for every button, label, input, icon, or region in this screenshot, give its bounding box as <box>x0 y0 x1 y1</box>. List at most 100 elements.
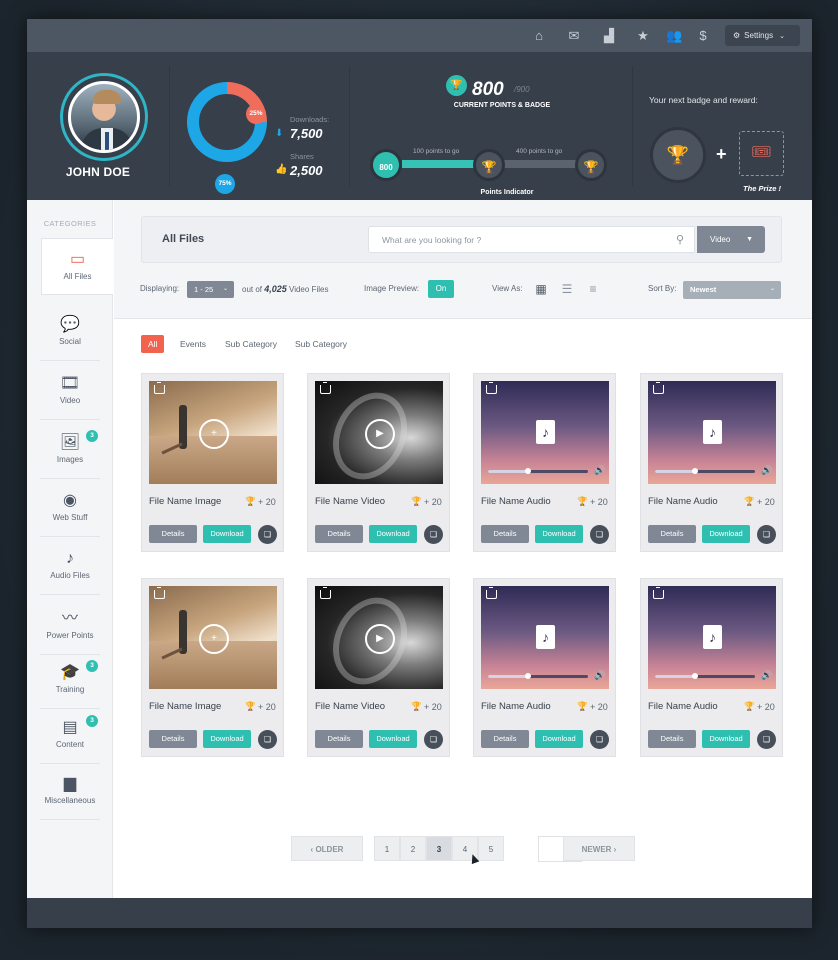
details-button[interactable]: Details <box>149 525 197 543</box>
file-type-value: Video <box>710 235 731 244</box>
caret-down-icon: ▼ <box>746 236 753 243</box>
details-button[interactable]: Details <box>315 525 363 543</box>
settings-button[interactable]: ⚙ Settings ⌄ <box>725 25 800 46</box>
comment-icon[interactable]: ❏ <box>757 730 776 749</box>
volume-icon[interactable]: 🔊 <box>761 670 772 681</box>
download-button[interactable]: Download <box>369 525 417 543</box>
details-button[interactable]: Details <box>481 525 529 543</box>
file-thumbnail[interactable]: ♪ 🔊 <box>648 586 776 689</box>
file-card-video[interactable]: ▶ File Name Video 🏆 + 20 Details Download ❏ <box>307 373 450 552</box>
volume-icon[interactable]: 🔊 <box>594 465 605 476</box>
file-card-audio[interactable]: ♪ 🔊 File Name Audio 🏆 + 20 Details Download ❏ <box>473 578 616 757</box>
page-3-button[interactable]: 3 <box>426 836 452 861</box>
file-points: + 20 <box>757 497 775 507</box>
sidebar-item-power-points[interactable]: 〰 Power Points <box>40 598 100 655</box>
audio-progress-bar[interactable] <box>655 673 755 679</box>
download-button[interactable]: Download <box>702 525 750 543</box>
user-name: JOHN DOE <box>65 165 131 179</box>
image-preview-toggle[interactable]: On <box>428 280 454 298</box>
tab-sub-category[interactable]: Sub Category <box>225 335 277 353</box>
comment-icon[interactable]: ❏ <box>424 525 443 544</box>
tab-sub-category[interactable]: Sub Category <box>295 335 347 353</box>
play-icon[interactable]: ▶ <box>365 624 395 654</box>
sidebar-item-content[interactable]: ▤ Content 3 <box>40 707 100 764</box>
sidebar-item-social[interactable]: 💬 Social <box>40 304 100 361</box>
sidebar-item-training[interactable]: 🎓 Training 3 <box>40 652 100 709</box>
sidebar-item-miscellaneous[interactable]: ▆ Miscellaneous <box>40 763 100 820</box>
home-icon[interactable]: ⌂ <box>531 28 547 44</box>
start-points-badge: 800 <box>370 149 402 181</box>
sidebar-item-video[interactable]: 🎞 Video <box>40 363 100 420</box>
sort-select[interactable]: Newest ⌄ <box>683 281 781 299</box>
compact-list-icon[interactable]: ≡ <box>586 282 600 296</box>
comment-icon[interactable]: ❏ <box>258 730 277 749</box>
file-card-image[interactable]: + File Name Image 🏆 + 20 Details Download ❏ <box>141 373 284 552</box>
page-1-button[interactable]: 1 <box>374 836 400 861</box>
expand-plus-icon[interactable]: + <box>199 624 229 654</box>
comment-icon[interactable]: ❏ <box>757 525 776 544</box>
volume-icon[interactable]: 🔊 <box>761 465 772 476</box>
details-button[interactable]: Details <box>149 730 197 748</box>
file-type-select[interactable]: Video ▼ <box>697 226 765 253</box>
newer-button[interactable]: NEWER › <box>563 836 635 861</box>
sidebar-item-all-files[interactable]: ▭ All Files <box>41 238 113 295</box>
file-thumbnail[interactable]: ▶ <box>315 381 443 484</box>
avatar[interactable] <box>68 81 140 153</box>
mail-icon[interactable]: ✉ <box>566 28 582 44</box>
users-icon[interactable]: 👥 <box>666 28 682 44</box>
comment-icon[interactable]: ❏ <box>590 730 609 749</box>
sidebar-item-audio-files[interactable]: ♪ Audio Files <box>40 538 100 595</box>
search-input[interactable]: What are you looking for ? ⚲ <box>368 226 695 253</box>
file-thumbnail[interactable]: + <box>149 381 277 484</box>
volume-icon[interactable]: 🔊 <box>594 670 605 681</box>
top-nav-bar: ⌂ ✉ ▟ ★ 👥 $ ⚙ Settings ⌄ <box>27 19 812 52</box>
audio-progress-bar[interactable] <box>655 468 755 474</box>
file-card-audio[interactable]: ♪ 🔊 File Name Audio 🏆 + 20 Details Download ❏ <box>640 578 783 757</box>
download-button[interactable]: Download <box>203 730 251 748</box>
details-button[interactable]: Details <box>648 730 696 748</box>
play-icon[interactable]: ▶ <box>365 419 395 449</box>
details-button[interactable]: Details <box>315 730 363 748</box>
dollar-icon[interactable]: $ <box>695 28 711 44</box>
search-icon[interactable]: ⚲ <box>676 233 684 246</box>
audio-progress-bar[interactable] <box>488 468 588 474</box>
file-card-audio[interactable]: ♪ 🔊 File Name Audio 🏆 + 20 Details Download ❏ <box>473 373 616 552</box>
star-icon[interactable]: ★ <box>635 28 651 44</box>
download-button[interactable]: Download <box>535 525 583 543</box>
download-button[interactable]: Download <box>369 730 417 748</box>
tab-events[interactable]: Events <box>180 335 206 353</box>
expand-plus-icon[interactable]: + <box>199 419 229 449</box>
download-button[interactable]: Download <box>535 730 583 748</box>
file-thumbnail[interactable]: ▶ <box>315 586 443 689</box>
file-card-video[interactable]: ▶ File Name Video 🏆 + 20 Details Download ❏ <box>307 578 450 757</box>
sidebar-item-images[interactable]: 🖼 Images 3 <box>40 422 100 479</box>
chart-icon[interactable]: ▟ <box>601 28 617 44</box>
comment-icon[interactable]: ❏ <box>424 730 443 749</box>
details-button[interactable]: Details <box>648 525 696 543</box>
file-thumbnail[interactable]: ♪ 🔊 <box>648 381 776 484</box>
older-button[interactable]: ‹ OLDER <box>291 836 363 861</box>
page-2-button[interactable]: 2 <box>400 836 426 861</box>
details-button[interactable]: Details <box>481 730 529 748</box>
download-button[interactable]: Download <box>203 525 251 543</box>
download-button[interactable]: Download <box>702 730 750 748</box>
audio-progress-bar[interactable] <box>488 673 588 679</box>
tab-all[interactable]: All <box>141 335 165 353</box>
file-thumbnail[interactable]: + <box>149 586 277 689</box>
file-card-audio[interactable]: ♪ 🔊 File Name Audio 🏆 + 20 Details Download ❏ <box>640 373 783 552</box>
section-title: All Files <box>162 233 205 245</box>
grid-view-icon[interactable]: ▦ <box>534 282 548 296</box>
divider <box>169 66 170 186</box>
list-view-icon[interactable]: ☰ <box>560 282 574 296</box>
comment-icon[interactable]: ❏ <box>258 525 277 544</box>
prize-ticket-icon[interactable]: 🎟 <box>739 131 784 176</box>
chevron-down-icon: ⌄ <box>769 286 775 292</box>
page-5-button[interactable]: 5 <box>478 836 504 861</box>
comment-icon[interactable]: ❏ <box>590 525 609 544</box>
sidebar-item-web-stuff[interactable]: ◉ Web Stuff <box>40 480 100 537</box>
displaying-select[interactable]: 1 - 25 ⌄ <box>187 281 234 298</box>
file-card-image[interactable]: + File Name Image 🏆 + 20 Details Download ❏ <box>141 578 284 757</box>
file-thumbnail[interactable]: ♪ 🔊 <box>481 586 609 689</box>
category-sidebar: CATEGORIES ▭ All Files 💬 Social 🎞 Video 🖼 Image… <box>27 200 113 898</box>
file-thumbnail[interactable]: ♪ 🔊 <box>481 381 609 484</box>
